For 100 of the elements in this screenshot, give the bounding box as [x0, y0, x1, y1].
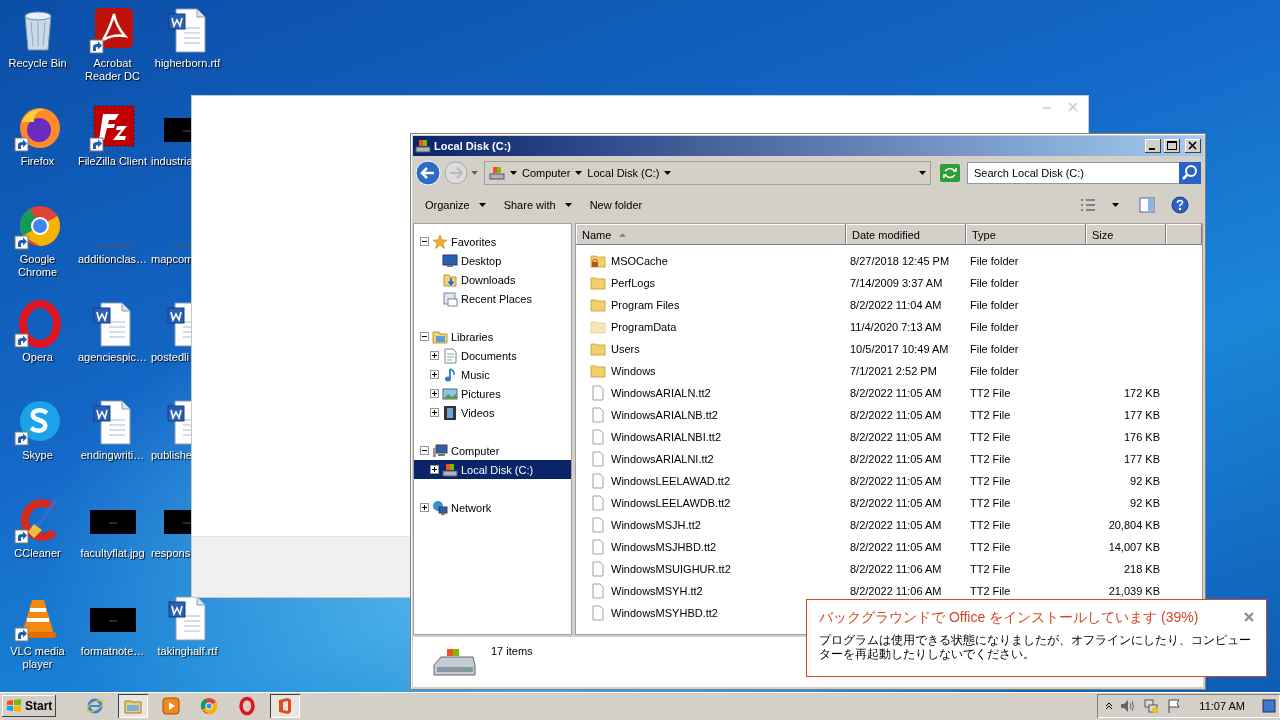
type-cell-text: File folder	[969, 343, 1020, 355]
file-name[interactable]: Program Files	[576, 297, 846, 313]
nav-item[interactable]: Downloads	[414, 270, 571, 289]
maximize-button[interactable]	[1164, 139, 1180, 153]
drive-icon	[415, 138, 431, 154]
column-header[interactable]: Type	[966, 224, 1086, 245]
file-name[interactable]: WindowsLEELAWAD.tt2	[576, 473, 846, 489]
file-name[interactable]: WindowsARIALNBI.tt2	[576, 429, 846, 445]
toolbar-button[interactable]: New folder	[581, 196, 651, 214]
breadcrumb-item[interactable]: Local Disk (C:)	[587, 167, 660, 179]
nav-item[interactable]: Favorites	[414, 232, 571, 251]
nav-item[interactable]: Videos	[414, 403, 571, 422]
network-icon[interactable]	[1143, 698, 1160, 714]
file-name[interactable]: WindowsMSUIGHUR.tt2	[576, 561, 846, 577]
date-cell-text: 8/2/2022 11:05 AM	[849, 453, 943, 465]
nav-item[interactable]: Recent Places	[414, 289, 571, 308]
file-name[interactable]: WindowsARIALNB.tt2	[576, 407, 846, 423]
nav-item[interactable]: Network	[414, 498, 571, 517]
close-icon[interactable]	[1244, 612, 1254, 622]
nav-item[interactable]: Computer	[414, 441, 571, 460]
expand-icon[interactable]	[430, 408, 439, 417]
expand-icon[interactable]	[430, 465, 439, 474]
help-icon[interactable]	[1171, 196, 1189, 214]
file-name[interactable]: WindowsARIALNI.tt2	[576, 451, 846, 467]
file-name[interactable]: WindowsMSYH.tt2	[576, 583, 846, 599]
taskbar-button[interactable]	[270, 694, 301, 718]
start-button[interactable]: Start	[2, 695, 57, 717]
view-list-icon[interactable]	[1080, 198, 1096, 212]
date-cell-text: 7/14/2009 3:37 AM	[849, 277, 944, 289]
caret-icon	[575, 171, 583, 175]
breadcrumb-item[interactable]: Computer	[522, 167, 571, 179]
column-header[interactable]: Name	[576, 224, 846, 245]
desktop-icon-label: additionclas…	[77, 253, 148, 266]
collapse-icon[interactable]	[420, 237, 429, 246]
date-cell-text: 8/2/2022 11:05 AM	[849, 475, 943, 487]
nav-item[interactable]: Documents	[414, 346, 571, 365]
clock[interactable]: 11:07 AM	[1199, 700, 1245, 712]
column-header-filler	[1166, 224, 1202, 245]
address-bar[interactable]: Computer Local Disk (C:)	[484, 161, 931, 185]
desktop-icon-label: VLC media player	[9, 645, 66, 671]
date-cell-text: 8/2/2022 11:06 AM	[849, 585, 943, 597]
date-cell-text: 8/2/2022 11:05 AM	[849, 409, 943, 421]
desktop-icon-label: Opera	[22, 351, 53, 364]
desktop-icon-label: publishe	[151, 449, 192, 462]
expand-icon[interactable]	[430, 351, 439, 360]
desktop-icon-label: CCleaner	[14, 547, 61, 560]
expand-icon[interactable]	[420, 503, 429, 512]
speaker-icon[interactable]	[1120, 699, 1137, 713]
back-button[interactable]	[415, 160, 441, 186]
file-name[interactable]: Users	[576, 341, 846, 357]
nav-item[interactable]: Music	[414, 365, 571, 384]
notification-title: バックグラウンドで Office をインストールしています (39%)	[819, 609, 1199, 627]
preview-pane-icon[interactable]	[1139, 197, 1155, 213]
type-cell-text: TT2 File	[969, 431, 1012, 443]
chrome-icon	[199, 696, 220, 716]
file-name[interactable]: WindowsARIALN.tt2	[576, 385, 846, 401]
file-name[interactable]: ProgramData	[576, 319, 846, 335]
nav-item[interactable]: Libraries	[414, 327, 571, 346]
nav-item[interactable]: Local Disk (C:)	[414, 460, 571, 479]
expand-icon[interactable]	[430, 389, 439, 398]
caret-icon	[564, 203, 572, 207]
dropdown-caret-icon	[919, 171, 926, 175]
search-field[interactable]: Search Local Disk (C:)	[967, 162, 1179, 184]
filezilla-icon[interactable]	[88, 104, 137, 152]
desktop-icon-label: industria	[151, 155, 193, 168]
collapse-icon[interactable]	[420, 332, 429, 341]
toolbar-button[interactable]: Share with	[495, 196, 580, 214]
taskbar-button[interactable]	[118, 694, 149, 718]
file-name[interactable]: WindowsMSJH.tt2	[576, 517, 846, 533]
search-icon[interactable]	[1179, 162, 1201, 184]
type-cell-text: TT2 File	[969, 541, 1012, 553]
size-cell-text: 92 KB	[1129, 475, 1161, 487]
close-button[interactable]	[1185, 139, 1201, 153]
file-name[interactable]: WindowsMSJHBD.tt2	[576, 539, 846, 555]
collapse-icon[interactable]	[420, 446, 429, 455]
file-name[interactable]: Windows	[576, 363, 846, 379]
history-caret-icon	[471, 171, 478, 175]
type-cell-text: TT2 File	[969, 563, 1012, 575]
file-name[interactable]: MSOCache	[576, 253, 846, 269]
minimize-button[interactable]	[1145, 139, 1161, 153]
date-cell-text: 10/5/2017 10:49 AM	[849, 343, 950, 355]
film-icon	[442, 404, 458, 421]
notification-message: プログラムは使用できる状態になりましたが、オフラインにしたり、コンピューターを再起動したりしないでください。	[819, 633, 1252, 661]
desktop-icon-label: Acrobat Reader DC	[84, 57, 141, 83]
nav-item[interactable]: Desktop	[414, 251, 571, 270]
column-header[interactable]: Date modified	[846, 224, 966, 245]
chevron-up-icon[interactable]	[1105, 702, 1114, 710]
column-header[interactable]: Size	[1086, 224, 1166, 245]
date-cell-text: 8/2/2022 11:04 AM	[849, 299, 943, 311]
date-cell-text: 7/1/2021 2:52 PM	[849, 365, 938, 377]
expand-icon[interactable]	[430, 370, 439, 379]
refresh-button[interactable]	[939, 163, 961, 183]
flag-icon[interactable]	[1166, 698, 1183, 714]
file-name[interactable]: PerfLogs	[576, 275, 846, 291]
nav-item[interactable]: Pictures	[414, 384, 571, 403]
file-name[interactable]: WindowsLEELAWDB.tt2	[576, 495, 846, 511]
toolbar-button[interactable]: Organize	[417, 196, 494, 214]
opera-icon[interactable]	[13, 300, 62, 348]
skype-icon[interactable]	[13, 398, 62, 446]
type-cell-text: TT2 File	[969, 387, 1012, 399]
